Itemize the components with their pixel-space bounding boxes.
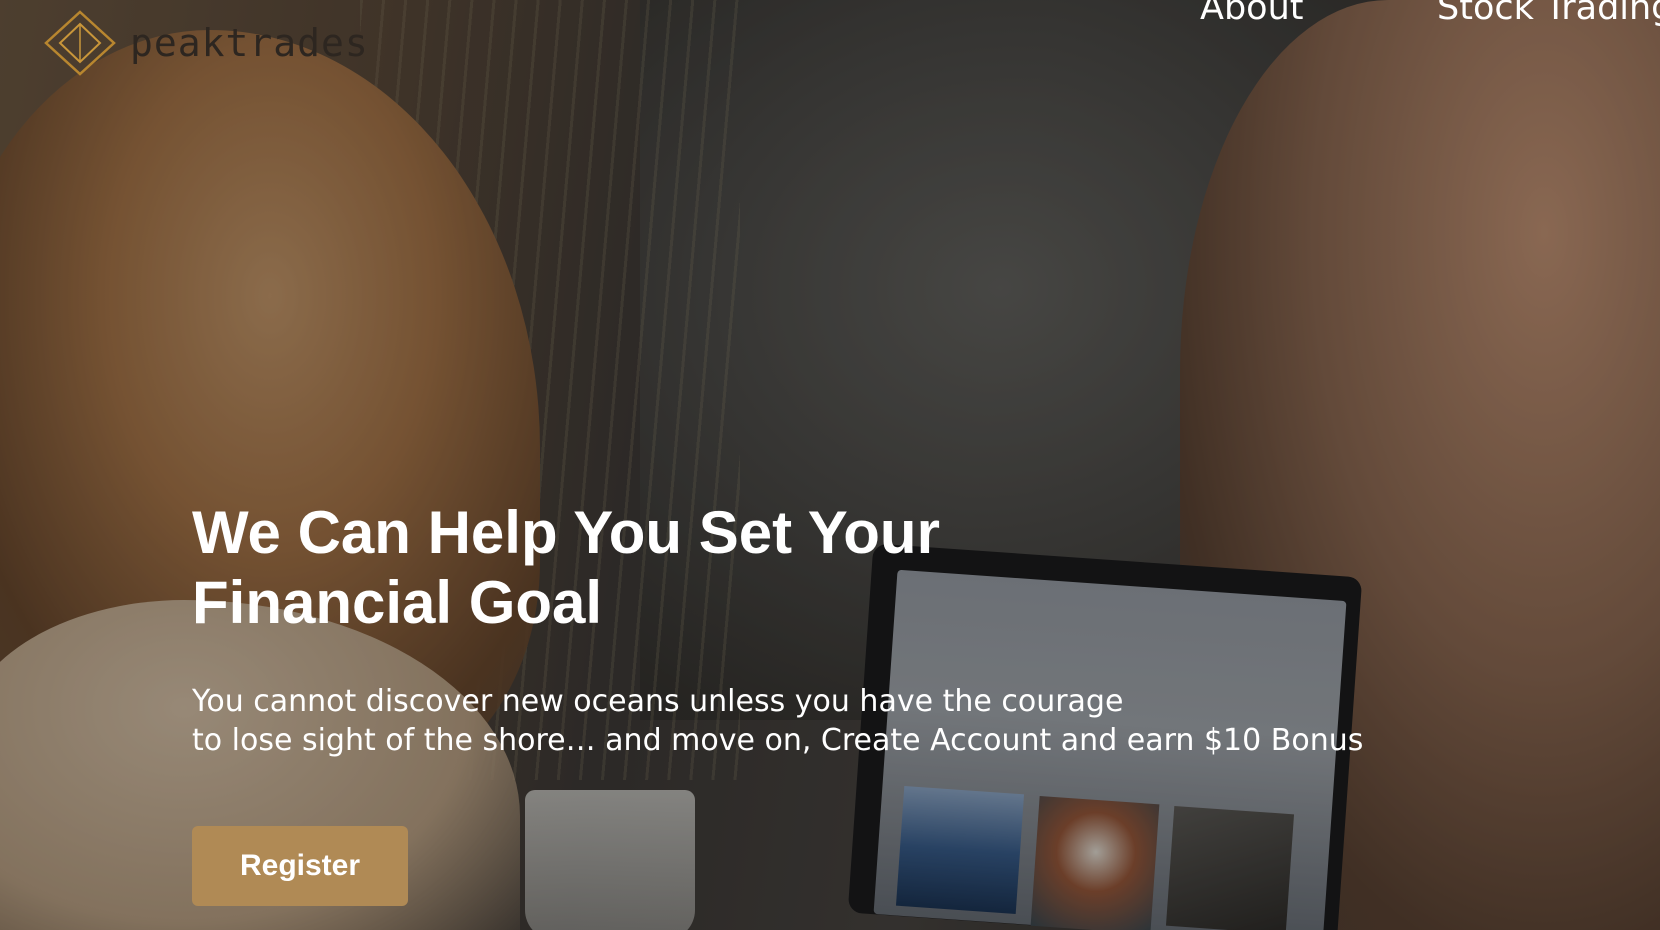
hero-subtext-line: You cannot discover new oceans unless yo…: [192, 684, 1124, 719]
background-glass: [525, 790, 695, 930]
top-navbar: peaktrades About Stock Trading: [0, 0, 1660, 90]
hero-subtext-line: to lose sight of the shore… and move on,…: [192, 723, 1364, 758]
hero-dark-overlay: [0, 0, 1660, 930]
brand-logo-link[interactable]: peaktrades: [44, 10, 369, 76]
diamond-logo-icon: [44, 10, 116, 76]
nav-link-stock-trading[interactable]: Stock Trading: [1437, 0, 1660, 28]
background-screen-thumbnail: [1030, 795, 1160, 930]
hero-subtext: You cannot discover new oceans unless yo…: [192, 682, 1492, 760]
hero-headline: We Can Help You Set Your Financial Goal: [192, 499, 940, 636]
hero-content: We Can Help You Set Your Financial Goal …: [192, 498, 1492, 760]
register-button[interactable]: Register: [192, 826, 408, 906]
brand-name: peaktrades: [130, 21, 369, 65]
hero-section: peaktrades About Stock Trading We Can He…: [0, 0, 1660, 930]
background-screen-thumbnail: [895, 785, 1025, 915]
nav-link-about[interactable]: About: [1200, 0, 1303, 28]
background-person-right: [1180, 0, 1660, 930]
background-screen-thumbnail: [1165, 805, 1295, 930]
